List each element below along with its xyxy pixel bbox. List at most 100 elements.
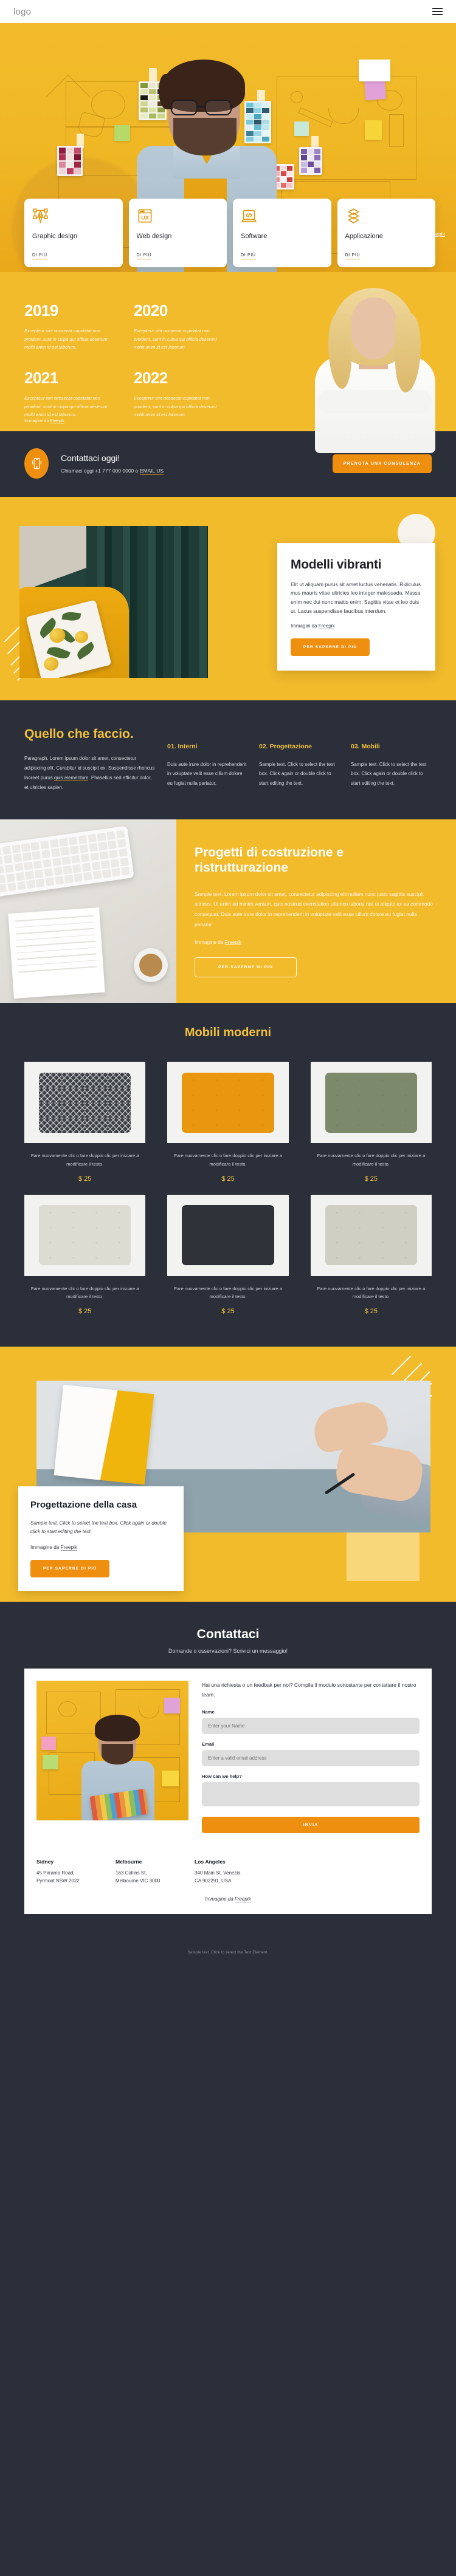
product-image xyxy=(24,1062,146,1144)
column-text: Duis aute irure dolor in reprehenderit i… xyxy=(167,761,247,786)
product-card[interactable]: Fare nuovamente clic o fare doppio clic … xyxy=(310,1194,432,1316)
product-image xyxy=(167,1194,289,1276)
what-i-do-section: Quello che faccio. Paragraph. Lorem ipsu… xyxy=(0,700,456,820)
what-i-do-column: 03. Mobili Sample text. Click to select … xyxy=(351,743,432,793)
service-card-link[interactable]: DI PIÙ xyxy=(241,253,256,259)
contact-title: Contattaci xyxy=(196,1627,260,1642)
site-header: logo xyxy=(0,0,456,23)
contact-credit-prefix: Immagine da xyxy=(205,1896,235,1902)
timeline-year: 2019 xyxy=(24,301,58,319)
product-image xyxy=(310,1062,432,1144)
column-text: Sample text. Click to select the text bo… xyxy=(259,761,335,786)
timeline-text: Excepteur sint occaecat cupidatat non pr… xyxy=(134,395,217,418)
email-input[interactable] xyxy=(202,1750,420,1767)
home-design-body: Sample text. Click to select the text bo… xyxy=(30,1520,167,1535)
service-card-software[interactable]: Software DI PIÙ xyxy=(233,199,331,267)
contact-panel: Hai una richiesta o un feedbak per noi? … xyxy=(24,1669,432,1846)
service-card-title: Applicazione xyxy=(345,233,383,240)
product-card[interactable]: Fare nuovamente clic o fare doppio clic … xyxy=(167,1194,289,1316)
address-line-2: CA 902291, USA xyxy=(195,1878,232,1884)
contact-cta-text: Contattaci oggi! Chiamaci oggi +1 777 00… xyxy=(61,453,333,476)
contact-subtitle: Domande o osservazioni? Scrivici un mess… xyxy=(168,1648,288,1655)
service-card-web-design[interactable]: UX Web design DI PIÙ xyxy=(128,199,227,267)
email-field-label: Email xyxy=(202,1741,215,1748)
vibrant-credit-link[interactable]: Freepik xyxy=(318,623,335,629)
address-block: Los Angeles 340 Main St, Venezia CA 9022… xyxy=(195,1859,260,1885)
landing-page: logo Freepik Graphic design DI PIÙ UX We… xyxy=(0,0,456,1967)
product-image xyxy=(310,1194,432,1276)
paragraph-inline-link[interactable]: quis elementum xyxy=(54,775,89,782)
address-block: Sidney 45 Pirrama Road, Pyrmont NSW 2022 xyxy=(36,1859,102,1885)
mobile-phone-ringing-icon xyxy=(24,448,49,479)
service-card-link[interactable]: DI PIÙ xyxy=(345,253,361,259)
what-i-do-title: Quello che faccio. xyxy=(24,727,134,742)
svg-text:UX: UX xyxy=(141,215,149,221)
vibrant-credit-prefix: Immagini da xyxy=(291,623,319,629)
timeline-year: 2022 xyxy=(134,369,168,388)
vibrant-patterns-section: Modelli vibranti Elit ut aliquam purus s… xyxy=(0,497,456,701)
service-card-graphic-design[interactable]: Graphic design DI PIÙ xyxy=(24,199,123,267)
what-i-do-paragraph: Paragraph. Lorem ipsum dolor sit amet, c… xyxy=(24,754,155,793)
vibrant-text-card: Modelli vibranti Elit ut aliquam purus s… xyxy=(277,543,435,671)
product-price: $ 25 xyxy=(221,1175,235,1183)
service-card-applicazione[interactable]: Applicazione DI PIÙ xyxy=(337,199,435,267)
construction-projects-title: Progetti di costruzione e ristrutturazio… xyxy=(195,846,344,875)
construction-credit-link[interactable]: Freepik xyxy=(225,940,241,945)
construction-projects-body: Sample text. Lorem ipsum dolor sit amet,… xyxy=(195,890,433,928)
contact-section: Contattaci Domande o osservazioni? Scriv… xyxy=(0,1602,456,1941)
product-image xyxy=(24,1194,146,1276)
contact-cta-phone: Chiamaci oggi +1 777 000 0000 o xyxy=(61,468,140,474)
service-card-link[interactable]: DI PIÙ xyxy=(136,253,152,259)
modern-furniture-section: Mobili moderni Fare nuovamente clic o fa… xyxy=(0,1003,456,1347)
product-price: $ 25 xyxy=(364,1175,378,1183)
book-consultation-button[interactable]: PRENOTA UNA CONSULENZA xyxy=(332,454,432,473)
timeline-text: Excepteur sint occaecat cupidatat non pr… xyxy=(134,328,217,350)
address-city: Los Angeles xyxy=(195,1859,226,1865)
service-card-title: Graphic design xyxy=(32,233,77,240)
service-card-title: Software xyxy=(241,233,268,240)
product-description: Fare nuovamente clic o fare doppio clic … xyxy=(317,1153,426,1167)
column-text: Sample text. Click to select the text bo… xyxy=(351,761,427,786)
product-card[interactable]: Fare nuovamente clic o fare doppio clic … xyxy=(24,1194,146,1316)
product-description: Fare nuovamente clic o fare doppio clic … xyxy=(30,1285,139,1300)
product-card[interactable]: Fare nuovamente clic o fare doppio clic … xyxy=(310,1062,432,1183)
home-design-learn-more-button[interactable]: PER SAPERNE DI PIÙ xyxy=(30,1560,109,1578)
address-line-2: Pyrmont NSW 2022 xyxy=(36,1878,80,1884)
pen-tool-icon xyxy=(33,208,48,224)
contact-credit-link[interactable]: Freepik xyxy=(234,1896,251,1902)
product-image xyxy=(167,1062,289,1144)
vibrant-learn-more-button[interactable]: PER SAPERNE DI PIÙ xyxy=(291,638,370,656)
construction-learn-more-button[interactable]: PER SAPERNE DI PIÙ xyxy=(195,957,297,977)
product-price: $ 25 xyxy=(364,1308,378,1316)
construction-image-credit: Immagine da Freepik xyxy=(195,940,435,945)
contact-cta-title: Contattaci oggi! xyxy=(61,453,120,463)
column-heading: 02. Progettazione xyxy=(259,743,312,751)
submit-button[interactable]: INVIA xyxy=(202,1817,420,1834)
product-card[interactable]: Fare nuovamente clic o fare doppio clic … xyxy=(167,1062,289,1183)
product-price: $ 25 xyxy=(78,1308,92,1316)
product-description: Fare nuovamente clic o fare doppio clic … xyxy=(174,1153,282,1167)
what-i-do-column: 01. Interni Duis aute irure dolor in rep… xyxy=(167,743,248,793)
name-input[interactable] xyxy=(202,1718,420,1735)
code-laptop-icon xyxy=(241,210,257,222)
vibrant-image-credit: Immagini da Freepik xyxy=(291,623,422,629)
construction-projects-section: Progetti di costruzione e ristrutturazio… xyxy=(0,819,456,1003)
email-us-link[interactable]: EMAIL US xyxy=(139,468,164,476)
office-addresses: Sidney 45 Pirrama Road, Pyrmont NSW 2022… xyxy=(24,1845,432,1888)
timeline-item: 2022 Excepteur sint occaecat cupidatat n… xyxy=(134,369,225,419)
product-price: $ 25 xyxy=(221,1308,235,1316)
product-card[interactable]: Fare nuovamente clic o fare doppio clic … xyxy=(24,1062,146,1183)
desk-workspace-photo xyxy=(0,819,176,1003)
message-textarea[interactable] xyxy=(202,1782,420,1807)
timeline-text: Excepteur sint occaecat cupidatat non pr… xyxy=(24,395,108,418)
service-card-link[interactable]: DI PIÙ xyxy=(32,253,47,259)
vibrant-title: Modelli vibranti xyxy=(291,558,382,572)
column-heading: 03. Mobili xyxy=(351,743,380,751)
timeline-item: 2019 Excepteur sint occaecat cupidatat n… xyxy=(24,301,116,352)
home-credit-link[interactable]: Freepik xyxy=(60,1545,77,1551)
timeline-person-photo xyxy=(311,288,439,453)
hamburger-menu-icon[interactable] xyxy=(432,8,443,15)
timeline-credit-link[interactable]: Freepik xyxy=(50,419,64,423)
address-city: Melbourne xyxy=(116,1859,142,1865)
logo[interactable]: logo xyxy=(13,7,31,17)
